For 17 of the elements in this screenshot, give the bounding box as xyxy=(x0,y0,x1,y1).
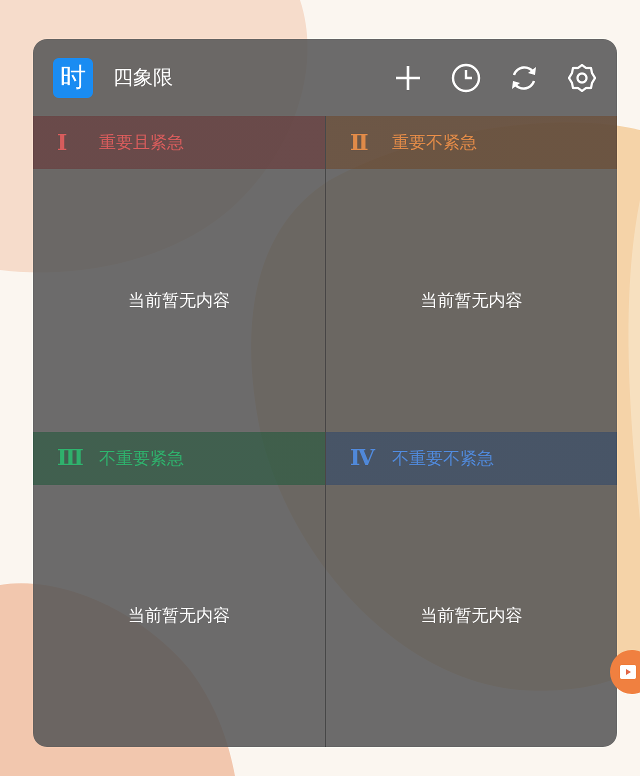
app-logo: 时 xyxy=(53,58,93,98)
app-title: 四象限 xyxy=(113,64,174,91)
roman-numeral: Ⅲ xyxy=(57,445,85,471)
empty-message: 当前暂无内容 xyxy=(128,605,230,628)
roman-numeral: Ⅳ xyxy=(350,445,376,471)
roman-numeral: Ⅰ xyxy=(57,130,68,156)
quadrant-title: 重要不紧急 xyxy=(392,132,477,154)
roman-numeral: Ⅱ xyxy=(350,130,370,156)
empty-message: 当前暂无内容 xyxy=(420,605,522,628)
settings-icon[interactable] xyxy=(567,62,597,92)
quadrant-title: 不重要不紧急 xyxy=(392,448,494,470)
clock-icon[interactable] xyxy=(451,62,481,92)
video-icon xyxy=(620,665,636,679)
quadrant-title: 重要且紧急 xyxy=(99,132,184,154)
empty-message: 当前暂无内容 xyxy=(420,290,522,312)
empty-message: 当前暂无内容 xyxy=(128,290,230,312)
quadrant-title: 不重要紧急 xyxy=(99,448,184,470)
